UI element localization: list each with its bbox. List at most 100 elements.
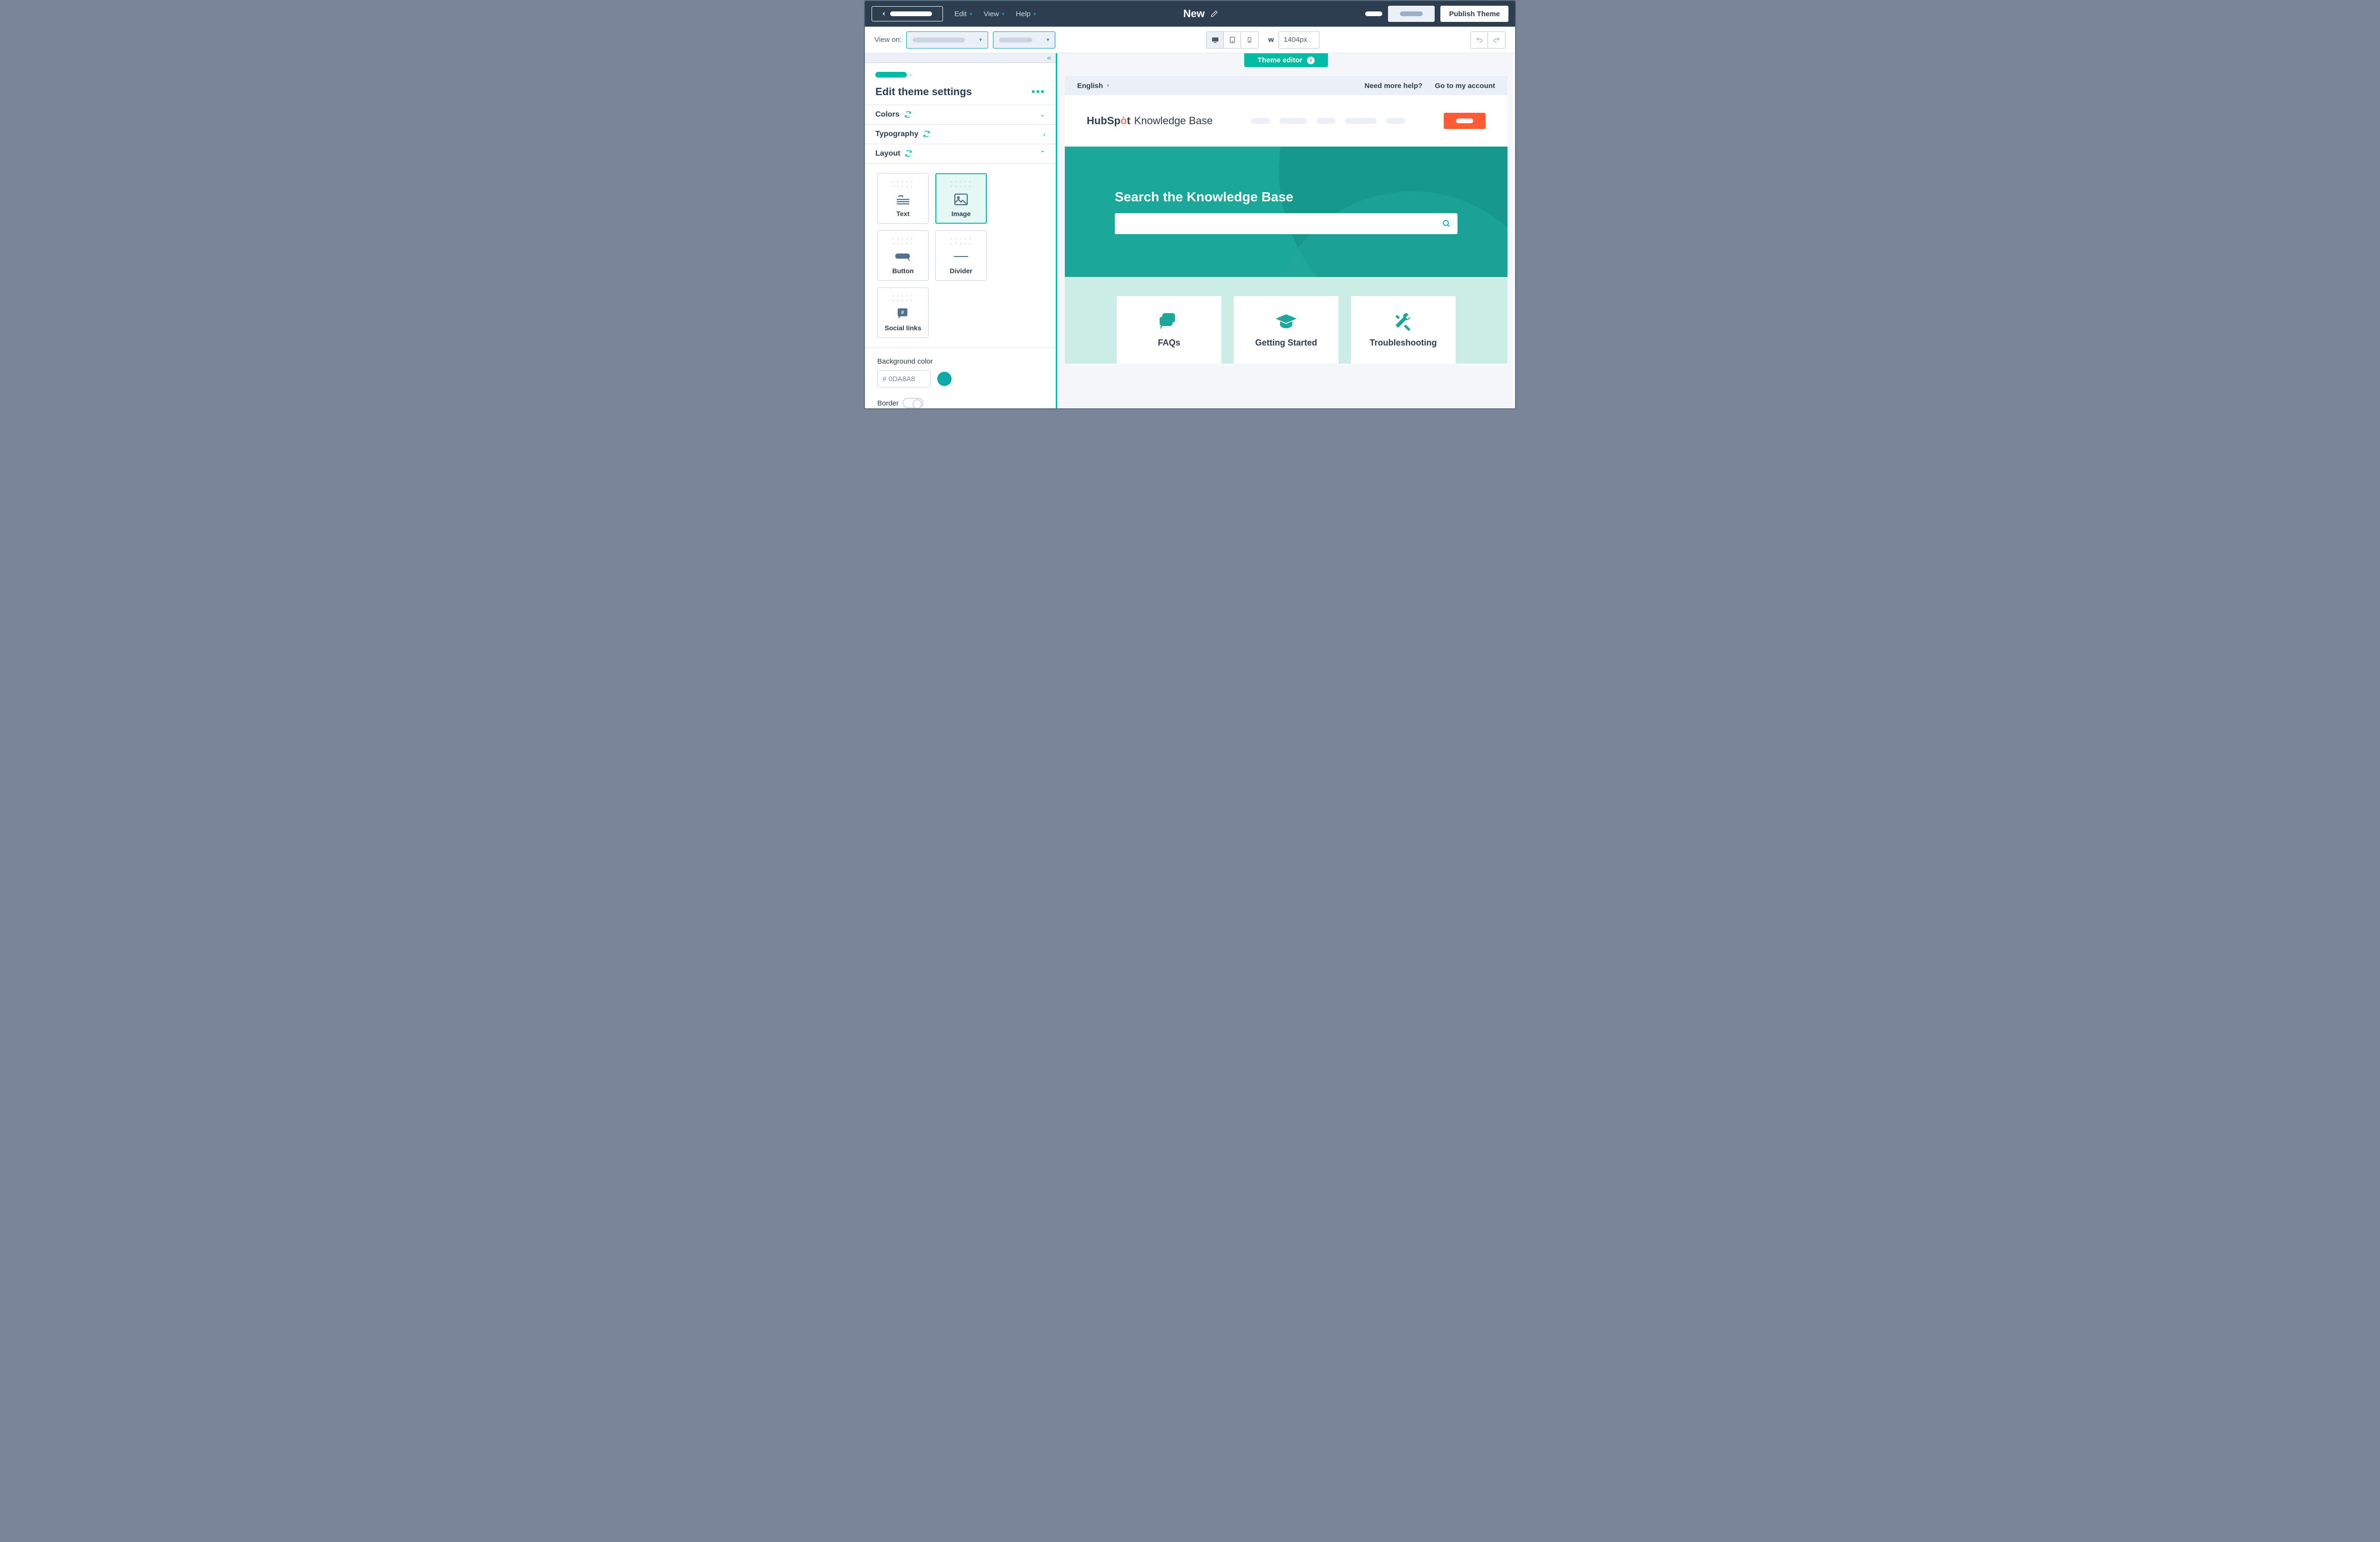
chevron-down-icon: ▾ <box>979 37 982 43</box>
component-text[interactable]: • • • • •• • • • • Text <box>877 173 929 224</box>
nav-item-placeholder <box>1251 118 1270 124</box>
component-social-label: Social links <box>884 324 921 332</box>
view-dropdown-1[interactable]: ▾ <box>906 31 988 49</box>
theme-editor-tab[interactable]: Theme editor i <box>1244 53 1328 67</box>
menu-help-label: Help <box>1016 10 1031 18</box>
collapse-sidebar-button[interactable]: « <box>865 53 1056 63</box>
sync-icon <box>923 130 930 138</box>
component-divider-label: Divider <box>950 267 972 275</box>
background-color-input[interactable] <box>877 370 931 387</box>
sync-icon <box>905 150 912 157</box>
chevron-right-icon: › <box>910 71 912 78</box>
theme-editor-tab-label: Theme editor <box>1258 56 1302 64</box>
nav-placeholders <box>1213 118 1444 124</box>
language-dropdown[interactable]: English ▾ <box>1077 82 1109 90</box>
text-icon <box>896 191 910 208</box>
chat-icon <box>1160 312 1179 331</box>
edit-title-icon[interactable] <box>1210 10 1218 18</box>
view-dropdown-2[interactable]: ▾ <box>993 31 1056 49</box>
chevron-down-icon: ▾ <box>1033 11 1036 17</box>
component-text-label: Text <box>896 210 910 217</box>
preview-cards-section: FAQs Getting Started Troubleshooting <box>1065 277 1507 364</box>
search-input[interactable] <box>1115 213 1458 234</box>
chevron-down-icon: ▾ <box>1107 83 1109 89</box>
search-icon <box>1442 219 1451 228</box>
device-switcher <box>1206 31 1259 49</box>
layout-components: • • • • •• • • • • Text • • • • •• • • •… <box>865 164 1056 348</box>
card-troubleshooting[interactable]: Troubleshooting <box>1351 296 1456 364</box>
back-button-label-placeholder <box>890 11 932 16</box>
width-input[interactable] <box>1279 31 1319 49</box>
toolbar: View on: ▾ ▾ w <box>865 27 1515 53</box>
preview-canvas: Theme editor i English ▾ Need more help?… <box>1057 53 1515 408</box>
breadcrumb[interactable]: › <box>875 71 1045 78</box>
preview-hero: Search the Knowledge Base <box>1065 147 1507 277</box>
more-actions-button[interactable]: ••• <box>1031 86 1045 98</box>
device-tablet-button[interactable] <box>1224 32 1241 48</box>
need-help-link[interactable]: Need more help? <box>1365 82 1423 90</box>
border-toggle[interactable] <box>902 398 923 408</box>
device-mobile-button[interactable] <box>1241 32 1258 48</box>
history-group <box>1470 31 1506 49</box>
drag-icon: • • • • •• • • • • <box>892 237 913 246</box>
language-label: English <box>1077 82 1103 90</box>
background-color-label: Background color <box>877 357 1043 366</box>
card-title: FAQs <box>1158 338 1180 348</box>
breadcrumb-item <box>875 72 907 78</box>
redo-button[interactable] <box>1488 32 1505 48</box>
tools-icon <box>1394 312 1413 331</box>
component-button[interactable]: • • • • •• • • • • Button <box>877 230 929 281</box>
back-button[interactable]: ‹ <box>872 6 943 21</box>
divider-icon <box>954 248 968 265</box>
component-social-links[interactable]: • • • • •• • • • • # Social links <box>877 287 929 338</box>
button-icon <box>895 248 911 265</box>
accordion-colors-label: Colors <box>875 110 900 119</box>
component-image-label: Image <box>952 210 971 217</box>
brand-subtitle: Knowledge Base <box>1134 115 1213 127</box>
component-divider[interactable]: • • • • •• • • • • Divider <box>935 230 987 281</box>
cta-button[interactable] <box>1444 113 1486 129</box>
accordion-layout[interactable]: Layout ⌃ <box>865 144 1056 164</box>
publish-theme-button[interactable]: Publish Theme <box>1440 6 1508 22</box>
component-image[interactable]: • • • • •• • • • • Image <box>935 173 987 224</box>
chevron-down-icon: ⌄ <box>1040 110 1045 119</box>
preview-top-bar: English ▾ Need more help? Go to my accou… <box>1065 76 1507 95</box>
topbar-right: Publish Theme <box>1365 6 1508 22</box>
info-icon: i <box>1307 57 1315 64</box>
drag-icon: • • • • •• • • • • <box>892 179 913 189</box>
my-account-link[interactable]: Go to my account <box>1435 82 1495 90</box>
accordion-colors[interactable]: Colors ⌄ <box>865 105 1056 125</box>
card-title: Troubleshooting <box>1370 338 1437 348</box>
menu-bar: Edit▾ View▾ Help▾ <box>954 10 1036 18</box>
accordion-layout-label: Layout <box>875 149 900 158</box>
menu-view-label: View <box>983 10 999 18</box>
sidebar-title: Edit theme settings <box>875 86 972 98</box>
hubspot-logo-text: HubSpὸt <box>1087 115 1130 127</box>
chevron-down-icon: ▾ <box>1047 37 1050 43</box>
sidebar: « › Edit theme settings ••• Colors ⌄ <box>865 53 1057 408</box>
card-faqs[interactable]: FAQs <box>1117 296 1221 364</box>
topbar: ‹ Edit▾ View▾ Help▾ New Publish Theme <box>865 1 1515 27</box>
page-title: New <box>1183 8 1205 20</box>
nav-item-placeholder <box>1386 118 1405 124</box>
secondary-button[interactable] <box>1388 6 1435 22</box>
undo-button[interactable] <box>1471 32 1488 48</box>
social-icon: # <box>897 305 909 322</box>
card-getting-started[interactable]: Getting Started <box>1234 296 1339 364</box>
chevron-down-icon: ▾ <box>1002 11 1005 17</box>
drag-icon: • • • • •• • • • • <box>892 294 913 303</box>
drag-icon: • • • • •• • • • • <box>951 237 972 246</box>
menu-edit[interactable]: Edit▾ <box>954 10 972 18</box>
menu-view[interactable]: View▾ <box>983 10 1004 18</box>
color-swatch[interactable] <box>937 372 952 386</box>
width-label: w <box>1268 36 1274 44</box>
svg-text:#: # <box>901 310 904 316</box>
view-on-label: View on: <box>874 36 902 44</box>
accordion-typography-label: Typography <box>875 130 918 138</box>
chevron-right-icon: › <box>1043 130 1045 138</box>
title-area: New <box>1048 8 1354 20</box>
device-desktop-button[interactable] <box>1207 32 1224 48</box>
menu-help[interactable]: Help▾ <box>1016 10 1036 18</box>
component-button-label: Button <box>892 267 913 275</box>
accordion-typography[interactable]: Typography › <box>865 125 1056 144</box>
